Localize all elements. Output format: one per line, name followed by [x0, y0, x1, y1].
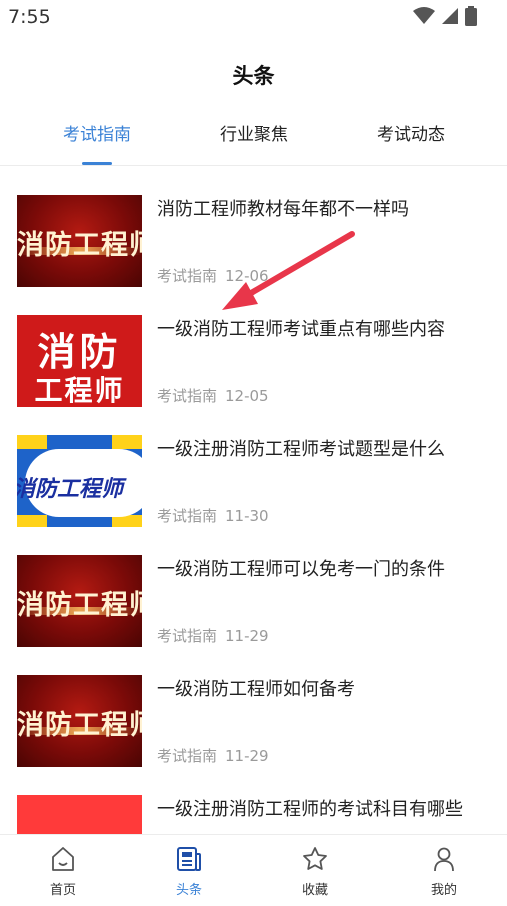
nav-profile[interactable]: 我的: [381, 845, 507, 898]
article-category: 考试指南: [157, 387, 218, 405]
thumbnail-text-line1: 消防: [37, 330, 122, 374]
tab-bar: 考试指南 行业聚焦 考试动态: [0, 110, 507, 166]
article-meta: 考试指南 11-30: [157, 505, 269, 526]
article-meta: 考试指南 11-29: [157, 745, 269, 766]
list-item[interactable]: 消防工程师 一级注册消防工程师考试题型是什么 考试指南 11-30: [0, 435, 507, 527]
tab-exam-news[interactable]: 考试动态: [341, 120, 481, 145]
list-item[interactable]: 消防 工程师 一级消防工程师考试重点有哪些内容 考试指南 12-05: [0, 315, 507, 407]
nav-home[interactable]: 首页: [0, 845, 126, 898]
active-tab-indicator: [82, 162, 112, 165]
article-date: 11-29: [225, 627, 269, 645]
article-list[interactable]: 消防工程师 消防工程师教材每年都不一样吗 考试指南 12-06 消防 工程师 一级…: [0, 195, 507, 835]
article-thumbnail: [17, 795, 142, 835]
article-thumbnail: 消防 工程师: [17, 315, 142, 407]
status-bar: 7:55: [0, 0, 507, 36]
nav-home-label: 首页: [49, 883, 76, 898]
article-title[interactable]: 一级消防工程师如何备考: [157, 677, 487, 703]
article-title[interactable]: 消防工程师教材每年都不一样吗: [157, 197, 487, 223]
list-item[interactable]: 消防工程师 一级消防工程师可以免考一门的条件 考试指南 11-29: [0, 555, 507, 647]
wifi-icon: [413, 7, 435, 24]
thumbnail-ray: [17, 435, 47, 449]
article-title[interactable]: 一级注册消防工程师考试题型是什么: [157, 437, 487, 463]
tab-exam-guide[interactable]: 考试指南: [27, 120, 167, 145]
article-date: 11-30: [225, 507, 269, 525]
nav-news-label: 头条: [175, 883, 202, 898]
home-icon: [52, 847, 74, 871]
nav-news[interactable]: 头条: [126, 845, 252, 898]
article-meta: 考试指南 12-06: [157, 265, 269, 286]
user-icon: [434, 847, 454, 872]
page-title: 头条: [232, 64, 275, 88]
article-thumbnail: 消防工程师: [17, 435, 142, 527]
article-category: 考试指南: [157, 267, 218, 285]
article-title[interactable]: 一级消防工程师可以免考一门的条件: [157, 557, 487, 583]
thumbnail-ray: [112, 435, 142, 449]
article-category: 考试指南: [157, 627, 218, 645]
status-icons: [413, 6, 477, 26]
news-icon: [177, 847, 201, 871]
article-meta: 考试指南 12-05: [157, 385, 269, 406]
list-item[interactable]: 消防工程师 消防工程师教材每年都不一样吗 考试指南 12-06: [0, 195, 507, 287]
thumbnail-text: 消防工程师: [17, 710, 142, 741]
article-thumbnail: 消防工程师: [17, 555, 142, 647]
status-time: 7:55: [8, 6, 51, 28]
article-category: 考试指南: [157, 747, 218, 765]
thumbnail-text: 消防工程师: [17, 230, 142, 261]
thumbnail-ray: [17, 515, 47, 527]
list-item[interactable]: 一级注册消防工程师的考试科目有哪些: [0, 795, 507, 835]
tab-industry-focus[interactable]: 行业聚焦: [184, 120, 324, 145]
nav-favorites-label: 收藏: [301, 883, 328, 898]
article-thumbnail: 消防工程师: [17, 675, 142, 767]
article-date: 12-06: [225, 267, 269, 285]
bottom-nav: 首页 头条 收藏 我的: [0, 834, 507, 906]
article-thumbnail: 消防工程师: [17, 195, 142, 287]
signal-icon: [442, 8, 458, 24]
nav-favorites[interactable]: 收藏: [252, 845, 378, 898]
thumbnail-text: 消防工程师: [17, 477, 124, 502]
thumbnail-text-line2: 工程师: [34, 374, 125, 407]
article-category: 考试指南: [157, 507, 218, 525]
article-date: 12-05: [225, 387, 269, 405]
battery-icon: [465, 6, 477, 26]
list-item[interactable]: 消防工程师 一级消防工程师如何备考 考试指南 11-29: [0, 675, 507, 767]
article-title[interactable]: 一级消防工程师考试重点有哪些内容: [157, 317, 487, 343]
article-title[interactable]: 一级注册消防工程师的考试科目有哪些: [157, 797, 487, 823]
article-meta: 考试指南 11-29: [157, 625, 269, 646]
nav-profile-label: 我的: [430, 883, 457, 898]
star-icon: [303, 847, 327, 870]
thumbnail-text: 消防工程师: [17, 590, 142, 621]
article-date: 11-29: [225, 747, 269, 765]
